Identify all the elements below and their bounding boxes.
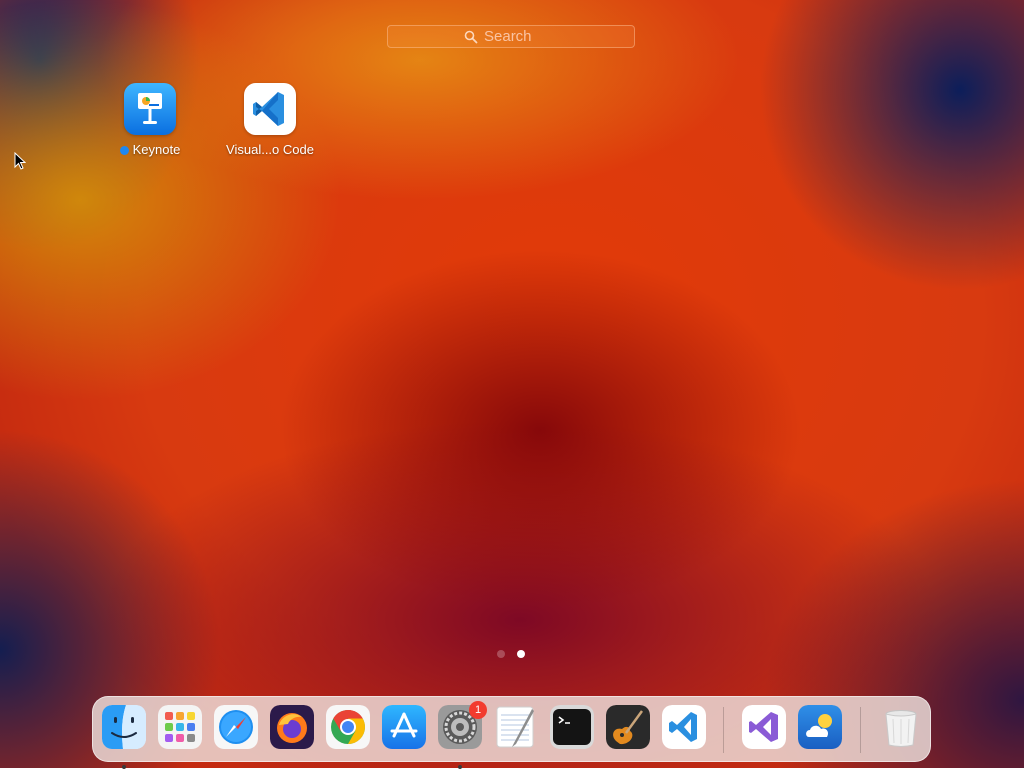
page-indicator bbox=[496, 650, 528, 659]
page-dot-2-current[interactable] bbox=[517, 650, 525, 658]
app-name-keynote: Keynote bbox=[132, 142, 181, 157]
dock: 1 bbox=[92, 696, 931, 769]
dock-item-finder[interactable] bbox=[102, 705, 146, 769]
textedit-icon bbox=[496, 706, 534, 748]
finder-icon bbox=[102, 705, 146, 749]
app-label-keynote: Keynote bbox=[95, 142, 205, 157]
trash-icon bbox=[885, 710, 917, 747]
new-app-indicator bbox=[119, 146, 129, 155]
terminal-icon bbox=[550, 705, 594, 749]
dock-item-garageband[interactable] bbox=[606, 705, 650, 749]
dock-item-vscode[interactable] bbox=[662, 705, 706, 749]
dock-item-launchpad[interactable] bbox=[158, 705, 202, 749]
launchpad-search[interactable] bbox=[387, 25, 635, 48]
firefox-icon bbox=[270, 705, 314, 749]
dock-item-app-store[interactable] bbox=[382, 705, 426, 749]
search-icon bbox=[464, 30, 478, 43]
notification-badge: 1 bbox=[469, 701, 487, 719]
search-input[interactable] bbox=[484, 28, 558, 45]
weather-icon bbox=[798, 705, 842, 749]
chrome-icon bbox=[326, 705, 370, 749]
dock-separator bbox=[860, 707, 861, 753]
dock-item-visual-studio[interactable] bbox=[742, 705, 786, 749]
app-store-icon bbox=[382, 705, 426, 749]
vscode-icon bbox=[244, 83, 296, 135]
dock-item-system-preferences[interactable]: 1 bbox=[438, 701, 487, 769]
app-visual-studio-code[interactable]: Visual...o Code bbox=[215, 83, 325, 157]
mouse-cursor-icon bbox=[14, 152, 26, 170]
launchpad-icon bbox=[158, 705, 202, 749]
dock-item-textedit[interactable] bbox=[494, 705, 538, 749]
visual-studio-icon bbox=[742, 705, 786, 749]
dock-item-weather[interactable] bbox=[798, 705, 842, 749]
keynote-icon bbox=[124, 83, 176, 135]
app-keynote[interactable]: Keynote bbox=[95, 83, 205, 157]
safari-icon bbox=[214, 705, 258, 749]
dock-item-chrome[interactable] bbox=[326, 705, 370, 749]
dock-item-safari[interactable] bbox=[214, 705, 258, 749]
dock-item-terminal[interactable] bbox=[550, 705, 594, 749]
dock-separator bbox=[723, 707, 724, 753]
running-indicator bbox=[122, 765, 126, 769]
dock-item-trash[interactable] bbox=[879, 705, 923, 749]
running-indicator bbox=[458, 765, 462, 769]
dock-item-firefox[interactable] bbox=[270, 705, 314, 749]
vscode-icon bbox=[662, 705, 706, 749]
garageband-icon bbox=[606, 705, 650, 749]
page-dot-1[interactable] bbox=[497, 650, 505, 658]
app-label-vscode: Visual...o Code bbox=[226, 142, 314, 157]
